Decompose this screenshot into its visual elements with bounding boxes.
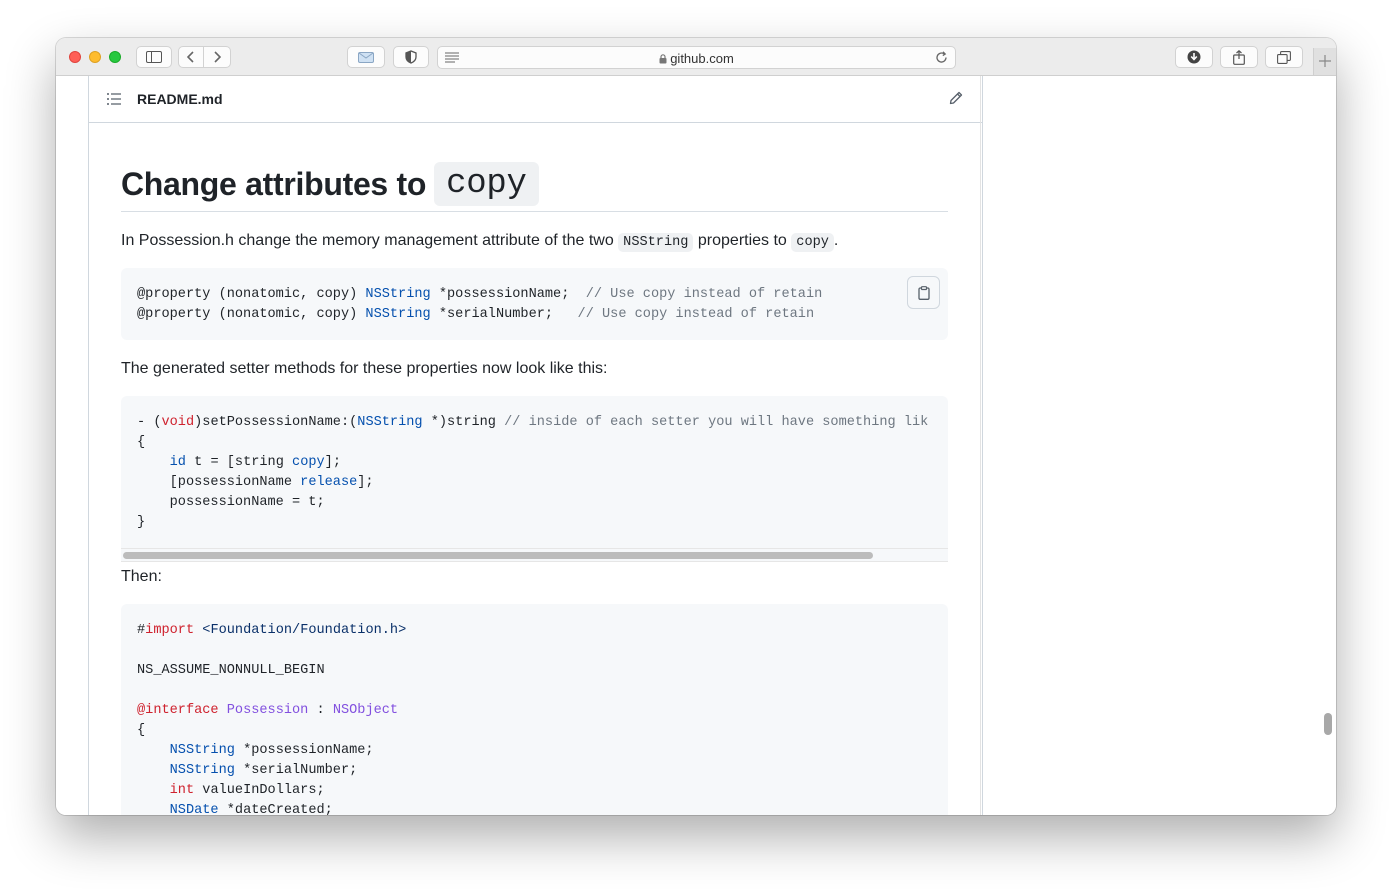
- downloads-button[interactable]: [1175, 46, 1213, 68]
- code-lines: @property (nonatomic, copy) NSString *po…: [137, 285, 822, 325]
- para1-code-copy: copy: [791, 233, 834, 252]
- zoom-button[interactable]: [109, 51, 121, 63]
- paragraph-then: Then:: [121, 568, 162, 585]
- shield-icon: [405, 50, 417, 64]
- sidebar-toggle-button[interactable]: [136, 46, 172, 68]
- para1-before: In Possession.h change the memory manage…: [121, 232, 614, 249]
- share-button[interactable]: [1220, 46, 1258, 68]
- readme-header: README.md: [89, 76, 982, 123]
- new-tab-button[interactable]: [1313, 48, 1336, 75]
- address-bar[interactable]: github.com: [437, 46, 956, 69]
- browser-window: github.com README.md Change attributes t: [56, 38, 1336, 815]
- reload-icon[interactable]: [935, 51, 948, 64]
- lock-icon: [659, 54, 667, 64]
- clipboard-icon: [917, 285, 930, 300]
- code-line: @interface Possession : NSObject: [137, 703, 399, 718]
- minimize-button[interactable]: [89, 51, 101, 63]
- para1-after: .: [833, 232, 839, 249]
- horizontal-scroll-thumb[interactable]: [123, 552, 873, 559]
- readme-filename[interactable]: README.md: [137, 91, 223, 107]
- code-line: NSString *possessionName;: [169, 743, 374, 758]
- code-lines: - (void)setPossessionName:(NSString *)st…: [137, 413, 928, 533]
- url-text: github.com: [670, 51, 734, 66]
- code-line: {: [137, 723, 146, 738]
- code-line: NS_ASSUME_NONNULL_BEGIN: [137, 663, 325, 678]
- pencil-icon[interactable]: [949, 91, 963, 105]
- code-block-setter: - (void)setPossessionName:(NSString *)st…: [121, 396, 948, 549]
- mail-icon: [358, 51, 374, 63]
- page-content: README.md Change attributes to copy In P…: [56, 76, 1336, 815]
- copy-code-button[interactable]: [907, 276, 940, 309]
- heading-divider: [121, 211, 948, 212]
- para1-middle: properties to: [697, 232, 787, 249]
- forward-button[interactable]: [204, 46, 231, 68]
- code-block-properties: @property (nonatomic, copy) NSString *po…: [121, 268, 948, 340]
- new-tab-icon: [1319, 55, 1331, 67]
- heading-code: copy: [434, 162, 539, 206]
- right-panel-divider: [980, 76, 981, 815]
- code-line: [possessionName release];: [137, 475, 374, 490]
- browser-toolbar: github.com: [56, 38, 1336, 76]
- share-icon: [1233, 49, 1245, 65]
- code-block-interface: #import <Foundation/Foundation.h> NS_ASS…: [121, 604, 948, 815]
- code-line: possessionName = t;: [137, 495, 325, 510]
- code-line: int valueInDollars;: [169, 783, 325, 798]
- code-line: - (void)setPossessionName:(NSString *)st…: [137, 415, 929, 430]
- sidebar-icon: [146, 51, 162, 63]
- code-line: NSDate *dateCreated;: [169, 803, 333, 815]
- tabs-icon: [1277, 50, 1291, 64]
- privacy-report-button[interactable]: [393, 46, 429, 68]
- back-button[interactable]: [178, 46, 204, 68]
- back-icon: [187, 51, 194, 63]
- code-line: id t = [string copy];: [169, 455, 341, 470]
- vertical-scroll-thumb[interactable]: [1324, 713, 1332, 735]
- download-icon: [1187, 50, 1201, 64]
- code-line: #import <Foundation/Foundation.h>: [137, 623, 407, 638]
- address-field[interactable]: github.com: [438, 51, 955, 66]
- code-line: }: [137, 515, 146, 530]
- code-line: NSString *serialNumber;: [169, 763, 358, 778]
- tab-overview-button[interactable]: [1265, 46, 1303, 68]
- code-lines: #import <Foundation/Foundation.h> NS_ASS…: [137, 621, 406, 815]
- outline-list-icon[interactable]: [107, 93, 121, 105]
- code-line: @property (nonatomic, copy) NSString *se…: [137, 307, 815, 322]
- code-line: {: [137, 435, 146, 450]
- code-line: @property (nonatomic, copy) NSString *po…: [137, 287, 823, 302]
- heading-text: Change attributes to: [121, 165, 427, 202]
- horizontal-scrollbar[interactable]: [121, 548, 948, 562]
- paragraph-setters: The generated setter methods for these p…: [121, 360, 608, 377]
- para1-code-nsstring: NSString: [618, 233, 694, 252]
- close-button[interactable]: [69, 51, 81, 63]
- paragraph-intro: In Possession.h change the memory manage…: [121, 232, 839, 252]
- mail-extension-button[interactable]: [347, 46, 385, 68]
- section-heading: Change attributes to copy: [121, 162, 539, 206]
- forward-icon: [214, 51, 221, 63]
